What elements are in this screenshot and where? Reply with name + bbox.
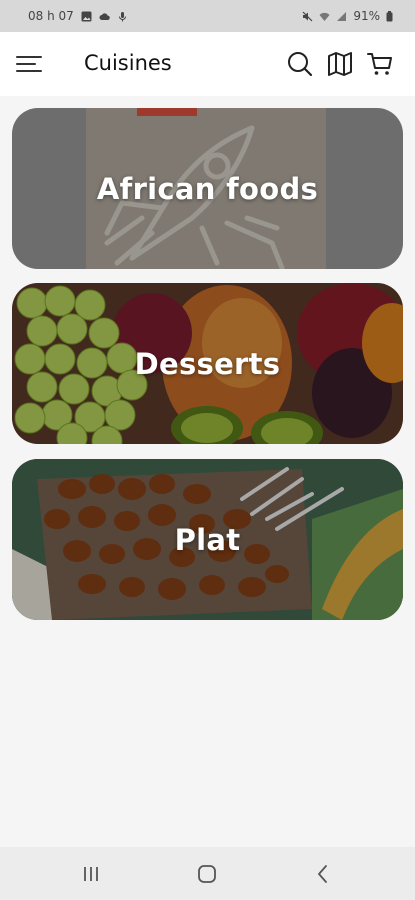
menu-icon[interactable] [16,52,42,76]
map-icon[interactable] [326,50,354,78]
mic-notification-icon [118,11,126,21]
back-icon[interactable] [310,861,336,887]
status-bar: 08 h 07 91% [0,0,415,32]
app-bar: Cuisines [0,32,415,96]
category-label: African foods [96,171,319,206]
category-card-african-foods[interactable]: African foods [12,108,403,269]
battery-percent: 91% [353,9,380,23]
search-icon[interactable] [286,50,314,78]
cart-icon[interactable] [366,50,394,78]
mute-icon [302,11,313,21]
page-title: Cuisines [84,51,172,75]
system-navigation-bar [0,847,415,900]
cloud-notification-icon [99,12,110,20]
category-label: Plat [174,522,241,557]
wifi-icon [319,12,330,21]
recents-icon[interactable] [78,861,104,887]
battery-icon [386,10,393,21]
status-time: 08 h 07 [28,9,74,23]
category-label: Desserts [134,346,281,381]
home-icon[interactable] [194,861,220,887]
category-card-plat[interactable]: Plat [12,459,403,620]
gallery-notification-icon [81,11,92,21]
signal-icon [337,11,347,21]
category-card-desserts[interactable]: Desserts [12,283,403,444]
